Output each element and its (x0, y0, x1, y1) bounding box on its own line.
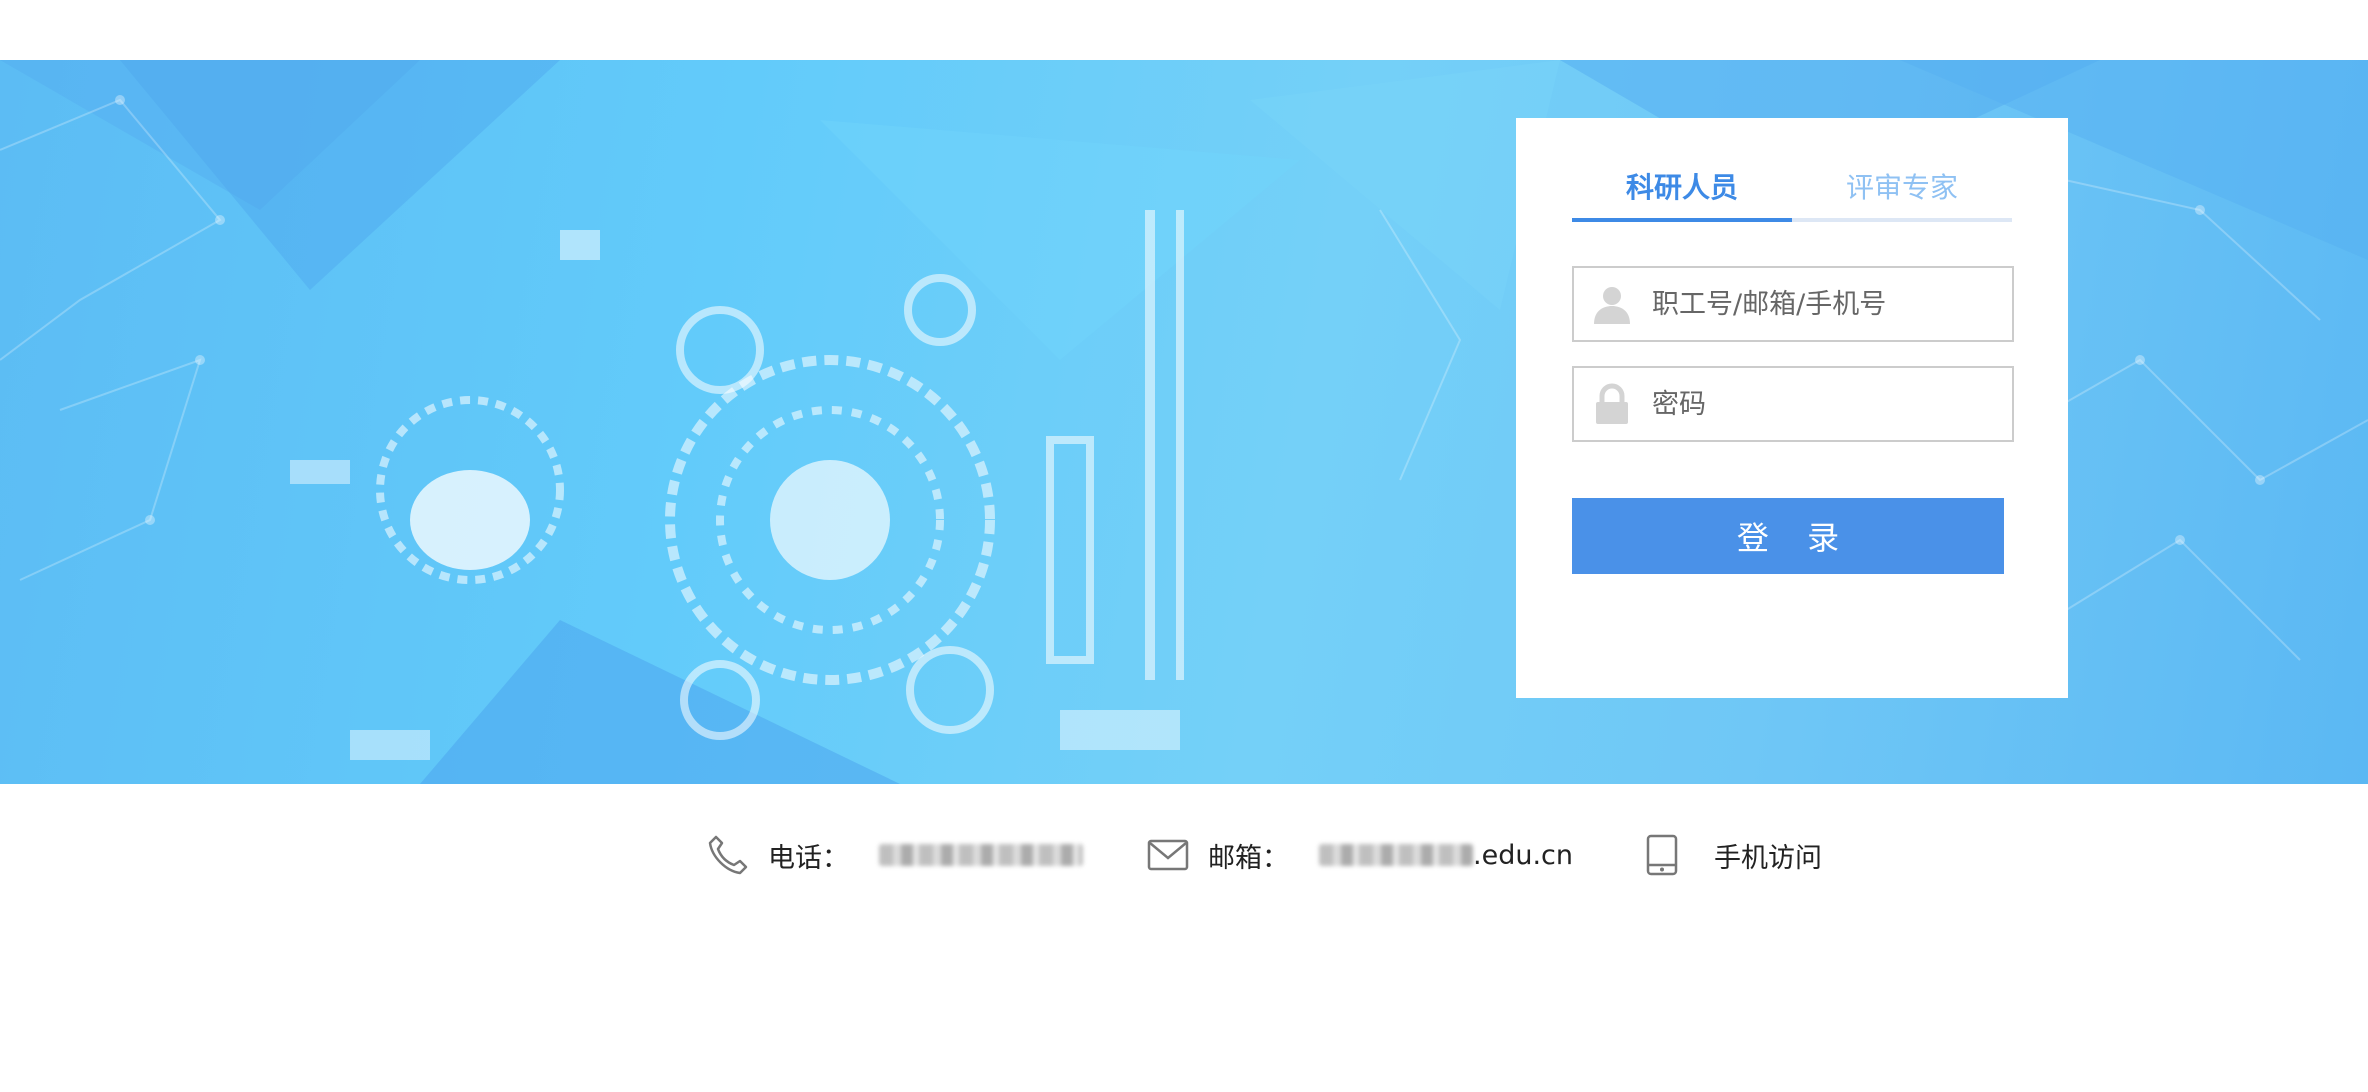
user-icon (1590, 282, 1634, 326)
username-input[interactable] (1652, 268, 1992, 340)
phone-icon (706, 833, 750, 877)
mobile-access[interactable]: 手机访问 (1640, 820, 1822, 890)
email-redacted (1319, 844, 1473, 866)
mobile-access-label[interactable]: 手机访问 (1714, 836, 1822, 875)
contact-footer: 电话： 邮箱： .edu.cn 手机访问 (0, 820, 2368, 890)
email-label: 邮箱： (1208, 842, 1289, 874)
phone-label: 电话： (768, 842, 849, 874)
login-button[interactable]: 登 录 (1572, 498, 2004, 574)
password-input[interactable] (1652, 368, 1992, 440)
login-card: 科研人员 评审专家 职工号/邮箱/手机号 登 录 (1516, 118, 2068, 698)
tab-researcher[interactable]: 科研人员 (1572, 158, 1792, 222)
username-field (1572, 266, 2014, 342)
mail-icon (1146, 833, 1190, 877)
email-domain: .edu.cn (1473, 839, 1573, 871)
lock-icon (1590, 382, 1634, 426)
login-page: 科研人员 评审专家 职工号/邮箱/手机号 登 录 电话： 邮箱： .edu.cn… (0, 0, 2368, 1092)
tab-reviewer[interactable]: 评审专家 (1792, 158, 2012, 218)
password-field (1572, 366, 2014, 442)
phone-contact: 电话： (706, 820, 1083, 890)
login-tabs: 科研人员 评审专家 (1572, 158, 2012, 222)
email-contact: 邮箱： .edu.cn (1146, 820, 1573, 890)
phone-number-redacted (879, 844, 1083, 866)
hero-banner: 科研人员 评审专家 职工号/邮箱/手机号 登 录 (0, 60, 2368, 784)
mobile-icon (1640, 833, 1684, 877)
